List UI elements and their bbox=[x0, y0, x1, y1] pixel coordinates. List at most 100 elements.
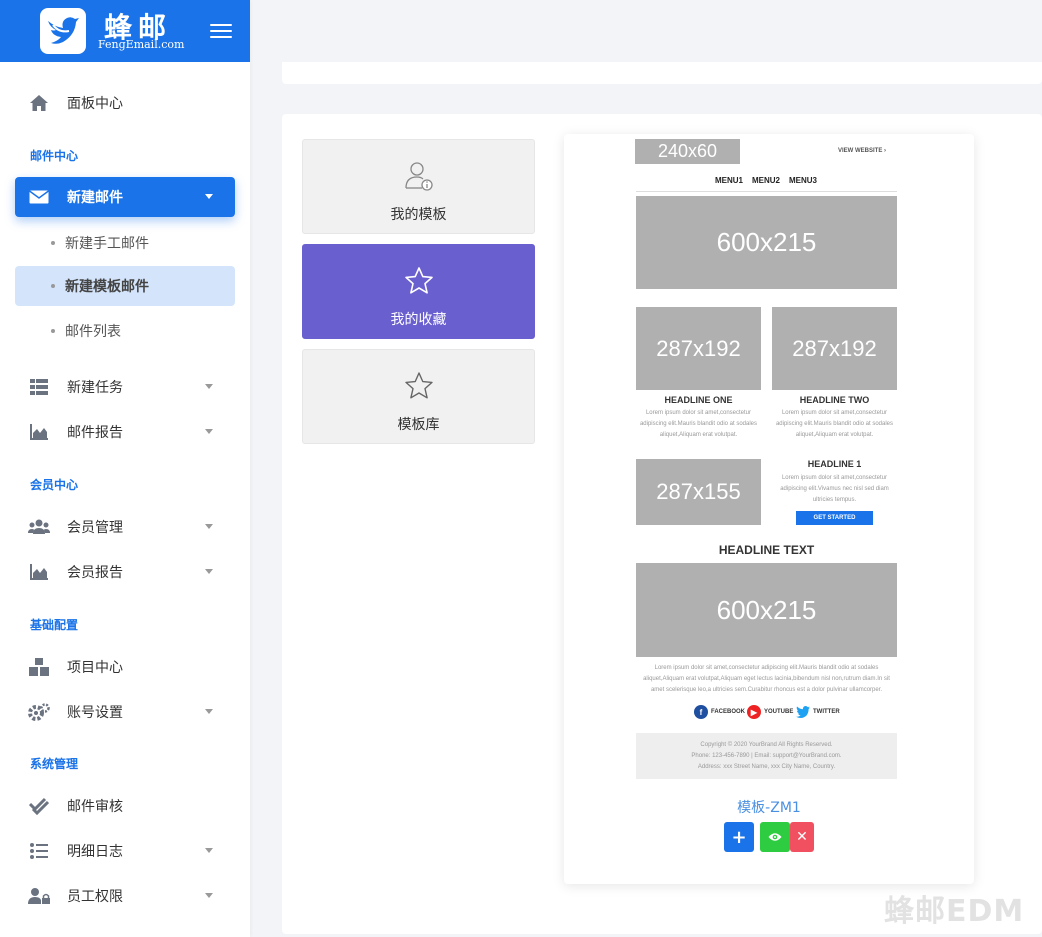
sidebar-item-log[interactable]: 明细日志 bbox=[15, 831, 235, 871]
user-lock-icon bbox=[27, 886, 51, 906]
sidebar-subitem-manual-mail[interactable]: 新建手工邮件 bbox=[15, 223, 235, 263]
tile-library[interactable]: 模板库 bbox=[302, 349, 535, 444]
column-text-right: Lorem ipsum dolor sit amet,consectetur a… bbox=[775, 410, 894, 438]
headline-1: HEADLINE 1 bbox=[807, 459, 862, 469]
sidebar-item-project[interactable]: 项目中心 bbox=[15, 647, 235, 687]
chevron-down-icon bbox=[205, 429, 213, 434]
list-icon bbox=[27, 841, 51, 861]
users-icon bbox=[27, 517, 51, 537]
sidebar-item-member-report[interactable]: 会员报告 bbox=[15, 552, 235, 592]
bullet-icon bbox=[51, 329, 55, 333]
grid-list-icon bbox=[27, 377, 51, 397]
section-title-config: 基础配置 bbox=[30, 618, 79, 632]
envelope-icon bbox=[27, 187, 51, 207]
area-chart-icon bbox=[27, 562, 51, 582]
column-text-left: Lorem ipsum dolor sit amet,consectetur a… bbox=[639, 410, 758, 438]
chevron-down-icon bbox=[205, 893, 213, 898]
bullet-icon bbox=[51, 284, 55, 288]
tile-label: 我的模板 bbox=[390, 207, 447, 223]
bird-logo-icon[interactable] bbox=[40, 8, 86, 54]
top-panel bbox=[282, 62, 1042, 84]
add-template-button[interactable]: + bbox=[724, 822, 754, 852]
sidebar-item-new-mail[interactable]: 新建邮件 bbox=[15, 177, 235, 217]
chevron-down-icon bbox=[205, 384, 213, 389]
sidebar-item-account[interactable]: 账号设置 bbox=[15, 692, 235, 732]
youtube-icon: ▶ bbox=[747, 705, 761, 719]
double-check-icon bbox=[27, 796, 51, 816]
section-title-mail: 邮件中心 bbox=[30, 149, 79, 163]
column-placeholder-right: 287x192 bbox=[772, 307, 897, 390]
social-youtube[interactable]: ▶ YOUTUBE bbox=[747, 705, 793, 719]
body-text: Lorem ipsum dolor sit amet,consectetur a… bbox=[643, 665, 890, 693]
tile-label: 我的收藏 bbox=[390, 312, 447, 328]
sidebar-item-label: 项目中心 bbox=[67, 660, 123, 676]
chevron-down-icon bbox=[205, 569, 213, 574]
section-title-member: 会员中心 bbox=[30, 478, 79, 492]
image-placeholder-small: 287x155 bbox=[636, 459, 761, 525]
side-text: Lorem ipsum dolor sit amet,consectetur a… bbox=[780, 475, 889, 503]
divider bbox=[636, 191, 897, 192]
star-icon bbox=[405, 372, 433, 399]
area-chart-icon bbox=[27, 422, 51, 442]
sidebar-subitem-mail-list[interactable]: 邮件列表 bbox=[15, 311, 235, 351]
hero-placeholder: 600x215 bbox=[636, 196, 897, 289]
tile-favorites[interactable]: 我的收藏 bbox=[302, 244, 535, 339]
sidebar-item-label: 面板中心 bbox=[67, 96, 123, 112]
logo-placeholder: 240x60 bbox=[635, 139, 740, 164]
brand-domain: FengEmail.com bbox=[98, 38, 185, 51]
tile-my-templates[interactable]: 我的模板 bbox=[302, 139, 535, 234]
sidebar-item-staff[interactable]: 员工权限 bbox=[15, 876, 235, 916]
headline-text: HEADLINE TEXT bbox=[718, 543, 815, 557]
chevron-down-icon bbox=[205, 194, 213, 199]
view-website-link: VIEW WEBSITE › bbox=[838, 148, 886, 154]
sidebar-item-label: 邮件报告 bbox=[67, 425, 123, 441]
get-started-button[interactable]: GET STARTED bbox=[796, 511, 873, 525]
sidebar-subitem-template-mail[interactable]: 新建模板邮件 bbox=[15, 266, 235, 306]
column-placeholder-left: 287x192 bbox=[636, 307, 761, 390]
social-facebook[interactable]: f FACEBOOK bbox=[694, 705, 745, 719]
header-bar: 蜂邮 FengEmail.com bbox=[0, 0, 250, 62]
footer-line-3: Address: xxx Street Name, xxx City Name,… bbox=[697, 764, 836, 770]
footer-line-2: Phone: 123-456-7890 | Email: support@You… bbox=[691, 753, 842, 759]
sidebar-item-mail-review[interactable]: 邮件审核 bbox=[15, 786, 235, 826]
social-twitter[interactable]: TWITTER bbox=[796, 705, 840, 719]
sidebar-item-label: 明细日志 bbox=[67, 844, 123, 860]
plus-icon: + bbox=[731, 826, 747, 848]
delete-template-button[interactable]: ✕ bbox=[790, 822, 814, 852]
tile-label: 模板库 bbox=[397, 417, 440, 433]
social-label: YOUTUBE bbox=[764, 709, 794, 715]
star-icon bbox=[405, 267, 433, 294]
template-name: 模板-ZM1 bbox=[737, 800, 801, 816]
hero-placeholder-2: 600x215 bbox=[636, 563, 897, 657]
twitter-icon bbox=[796, 705, 810, 719]
home-icon bbox=[27, 93, 51, 113]
user-info-icon bbox=[405, 162, 433, 191]
watermark: 蜂邮EDM bbox=[884, 894, 1025, 929]
sidebar-item-new-task[interactable]: 新建任务 bbox=[15, 367, 235, 407]
sidebar-item-label: 会员报告 bbox=[67, 565, 123, 581]
section-title-system: 系统管理 bbox=[30, 757, 79, 771]
sidebar-item-mail-report[interactable]: 邮件报告 bbox=[15, 412, 235, 452]
sidebar-item-label: 新建任务 bbox=[67, 380, 123, 396]
sidebar-item-dashboard[interactable]: 面板中心 bbox=[15, 83, 235, 123]
sidebar-subitem-label: 邮件列表 bbox=[65, 324, 121, 340]
menu-item-3: MENU3 bbox=[789, 176, 818, 185]
headline-two: HEADLINE TWO bbox=[799, 395, 870, 405]
menu-item-1: MENU1 bbox=[715, 176, 744, 185]
social-label: FACEBOOK bbox=[711, 709, 746, 715]
sidebar-subitem-label: 新建模板邮件 bbox=[65, 279, 149, 295]
sidebar-item-label: 邮件审核 bbox=[67, 799, 123, 815]
preview-template-button[interactable] bbox=[760, 822, 790, 852]
sidebar-item-label: 员工权限 bbox=[67, 889, 123, 905]
facebook-icon: f bbox=[694, 705, 708, 719]
headline-one: HEADLINE ONE bbox=[664, 395, 733, 405]
bullet-icon bbox=[51, 241, 55, 245]
chevron-down-icon bbox=[205, 848, 213, 853]
chevron-down-icon bbox=[205, 709, 213, 714]
sidebar-subitem-label: 新建手工邮件 bbox=[65, 236, 149, 252]
menu-toggle-icon[interactable] bbox=[210, 20, 232, 40]
chevron-down-icon bbox=[205, 524, 213, 529]
sidebar-item-label: 会员管理 bbox=[67, 520, 123, 536]
sidebar-item-member-manage[interactable]: 会员管理 bbox=[15, 507, 235, 547]
sidebar-item-label: 新建邮件 bbox=[67, 190, 123, 206]
